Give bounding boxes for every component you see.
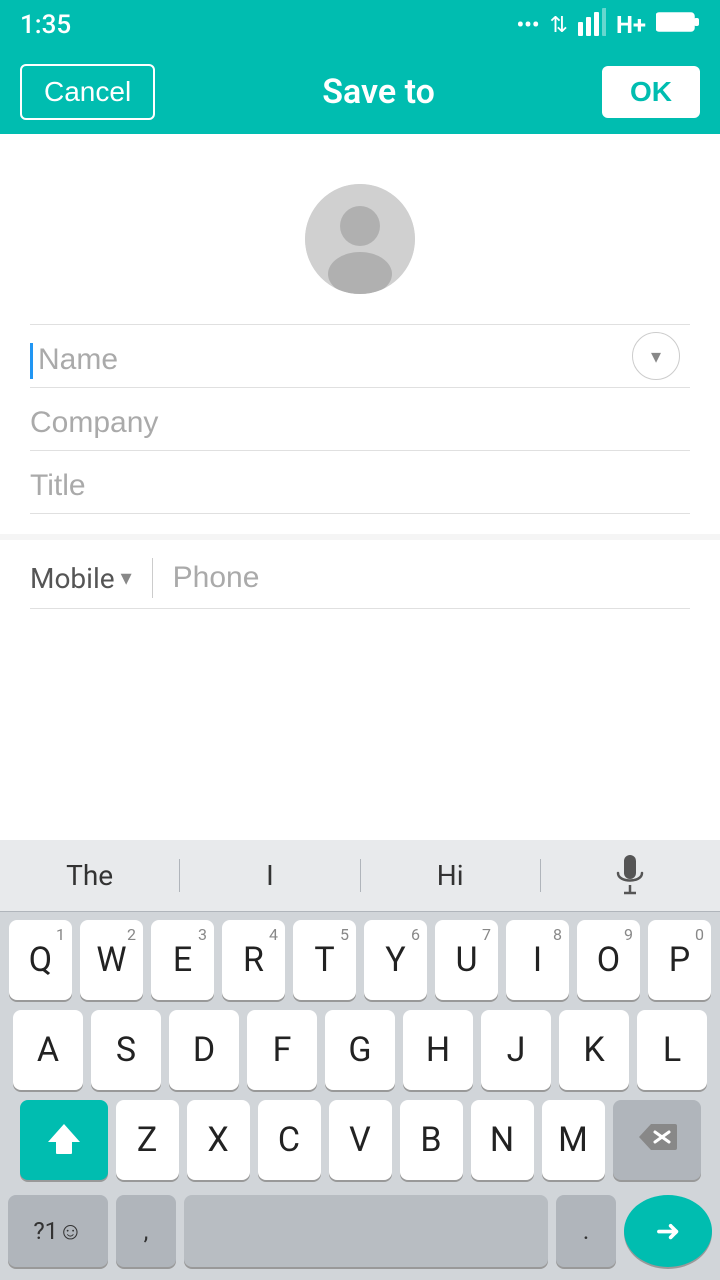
numbers-symbols-key[interactable]: ?1☺ bbox=[8, 1195, 108, 1267]
key-rows: 1Q 2W 3E 4R 5T 6Y 7U 8I 9O 0P A S D F G … bbox=[0, 912, 720, 1180]
key-l[interactable]: L bbox=[637, 1010, 707, 1090]
period-key[interactable]: . bbox=[556, 1195, 616, 1267]
period-label: . bbox=[583, 1217, 589, 1245]
key-v[interactable]: V bbox=[329, 1100, 392, 1180]
cancel-button[interactable]: Cancel bbox=[20, 64, 155, 120]
header-bar: Cancel Save to OK bbox=[0, 50, 720, 134]
suggestion-hi[interactable]: Hi bbox=[361, 859, 541, 892]
key-r[interactable]: 4R bbox=[222, 920, 285, 1000]
signal-bars-icon bbox=[578, 8, 606, 42]
key-m[interactable]: M bbox=[542, 1100, 605, 1180]
status-time: 1:35 bbox=[20, 10, 71, 40]
page-title: Save to bbox=[322, 72, 435, 112]
status-icons: ••• ⇅ H+ bbox=[516, 8, 700, 42]
key-t[interactable]: 5T bbox=[293, 920, 356, 1000]
content-area: ▾ bbox=[0, 134, 720, 534]
phone-row: Mobile ▾ bbox=[30, 540, 690, 609]
avatar[interactable] bbox=[305, 184, 415, 294]
key-j[interactable]: J bbox=[481, 1010, 551, 1090]
phone-type-chevron-icon: ▾ bbox=[121, 566, 132, 591]
data-transfer-icon: ⇅ bbox=[550, 13, 568, 38]
key-b[interactable]: B bbox=[400, 1100, 463, 1180]
key-h[interactable]: H bbox=[403, 1010, 473, 1090]
signal-dots-icon: ••• bbox=[516, 13, 539, 38]
space-key[interactable] bbox=[184, 1195, 548, 1267]
name-field: ▾ bbox=[30, 325, 690, 388]
microphone-icon[interactable] bbox=[541, 855, 720, 897]
key-u[interactable]: 7U bbox=[435, 920, 498, 1000]
key-p[interactable]: 0P bbox=[648, 920, 711, 1000]
text-cursor bbox=[30, 343, 33, 379]
phone-type-label: Mobile bbox=[30, 562, 115, 595]
keyboard-bottom-row: ?1☺ , . ➜ bbox=[0, 1190, 720, 1280]
key-g[interactable]: G bbox=[325, 1010, 395, 1090]
delete-key[interactable] bbox=[613, 1100, 701, 1180]
keyboard: The I Hi 1Q 2W 3E 4R 5T 6Y 7U 8I 9O 0P bbox=[0, 840, 720, 1280]
comma-key[interactable]: , bbox=[116, 1195, 176, 1267]
key-f[interactable]: F bbox=[247, 1010, 317, 1090]
company-input[interactable] bbox=[30, 406, 690, 440]
suggestion-the[interactable]: The bbox=[0, 859, 180, 892]
key-w[interactable]: 2W bbox=[80, 920, 143, 1000]
key-q[interactable]: 1Q bbox=[9, 920, 72, 1000]
title-field bbox=[30, 451, 690, 514]
name-input[interactable] bbox=[30, 343, 690, 377]
key-d[interactable]: D bbox=[169, 1010, 239, 1090]
keyboard-row-1: 1Q 2W 3E 4R 5T 6Y 7U 8I 9O 0P bbox=[6, 920, 714, 1000]
key-e[interactable]: 3E bbox=[151, 920, 214, 1000]
key-o[interactable]: 9O bbox=[577, 920, 640, 1000]
enter-arrow-icon: ➜ bbox=[655, 1214, 680, 1249]
key-i[interactable]: 8I bbox=[506, 920, 569, 1000]
comma-label: , bbox=[144, 1217, 149, 1245]
numbers-symbols-label: ?1☺ bbox=[33, 1217, 82, 1246]
phone-section: Mobile ▾ bbox=[0, 540, 720, 609]
key-c[interactable]: C bbox=[258, 1100, 321, 1180]
name-dropdown-button[interactable]: ▾ bbox=[632, 332, 680, 380]
phone-vertical-divider bbox=[152, 558, 153, 598]
keyboard-row-3: Z X C V B N M bbox=[6, 1100, 714, 1180]
battery-icon bbox=[656, 11, 700, 39]
status-bar: 1:35 ••• ⇅ H+ bbox=[0, 0, 720, 50]
suggestions-row: The I Hi bbox=[0, 840, 720, 912]
chevron-down-icon: ▾ bbox=[651, 344, 661, 369]
ok-button[interactable]: OK bbox=[602, 66, 700, 118]
key-s[interactable]: S bbox=[91, 1010, 161, 1090]
suggestion-i[interactable]: I bbox=[180, 859, 360, 892]
phone-type-selector[interactable]: Mobile ▾ bbox=[30, 562, 152, 595]
network-type-label: H+ bbox=[616, 11, 646, 39]
key-y[interactable]: 6Y bbox=[364, 920, 427, 1000]
key-z[interactable]: Z bbox=[116, 1100, 179, 1180]
phone-input[interactable] bbox=[173, 561, 690, 595]
key-n[interactable]: N bbox=[471, 1100, 534, 1180]
enter-key[interactable]: ➜ bbox=[624, 1195, 712, 1267]
title-input[interactable] bbox=[30, 469, 690, 503]
shift-key[interactable] bbox=[20, 1100, 108, 1180]
key-x[interactable]: X bbox=[187, 1100, 250, 1180]
avatar-container bbox=[30, 164, 690, 324]
keyboard-row-2: A S D F G H J K L bbox=[6, 1010, 714, 1090]
key-a[interactable]: A bbox=[13, 1010, 83, 1090]
key-k[interactable]: K bbox=[559, 1010, 629, 1090]
company-field bbox=[30, 388, 690, 451]
